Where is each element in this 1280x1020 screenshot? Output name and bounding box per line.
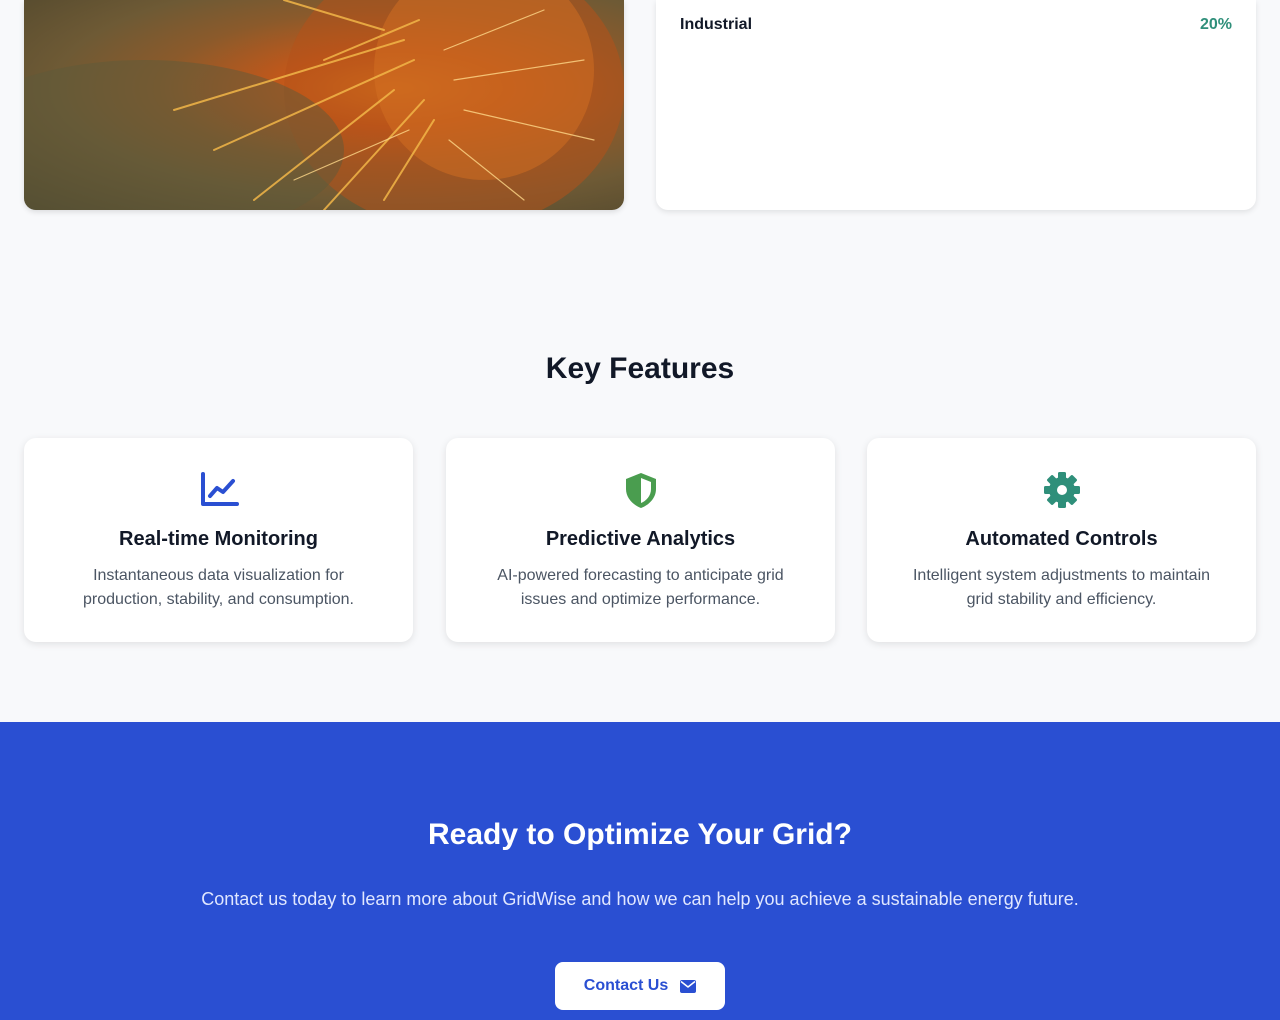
- stat-value: 20%: [1199, 16, 1232, 33]
- envelope-icon: [680, 979, 697, 993]
- features-title: Key Features: [545, 352, 735, 385]
- contact-us-label: Contact Us: [583, 977, 669, 994]
- contact-us-button[interactable]: Contact Us: [555, 962, 725, 1010]
- distribution-card: Industrial 20%: [656, 0, 1256, 210]
- cta-section: Ready to Optimize Your Grid? Contact us …: [0, 722, 1280, 1020]
- feature-description: Intelligent system adjustments to mainta…: [912, 567, 1211, 608]
- top-row: Industrial 20%: [0, 0, 1280, 210]
- cta-text: Contact us today to learn more about Gri…: [201, 889, 1079, 909]
- feature-description: AI-powered forecasting to anticipate gri…: [497, 567, 784, 608]
- cta-title: Ready to Optimize Your Grid?: [428, 818, 852, 851]
- cactus-photo: [24, 0, 624, 210]
- feature-title: Real-time Monitoring: [119, 528, 318, 550]
- gear-icon: [1043, 472, 1080, 508]
- feature-card-automation: Automated Controls Intelligent system ad…: [867, 438, 1256, 642]
- feature-card-analytics: Predictive Analytics AI-powered forecast…: [446, 438, 835, 642]
- stat-row-industrial: Industrial 20%: [680, 16, 1232, 34]
- stat-label: Industrial: [680, 16, 753, 33]
- shield-icon: [625, 473, 656, 508]
- cactus-spines-illustration: [24, 0, 624, 210]
- feature-title: Predictive Analytics: [545, 528, 736, 550]
- feature-title: Automated Controls: [965, 528, 1158, 550]
- chart-line-icon: [200, 472, 239, 506]
- feature-description: Instantaneous data visualization for pro…: [83, 567, 354, 608]
- feature-card-monitoring: Real-time Monitoring Instantaneous data …: [24, 438, 413, 642]
